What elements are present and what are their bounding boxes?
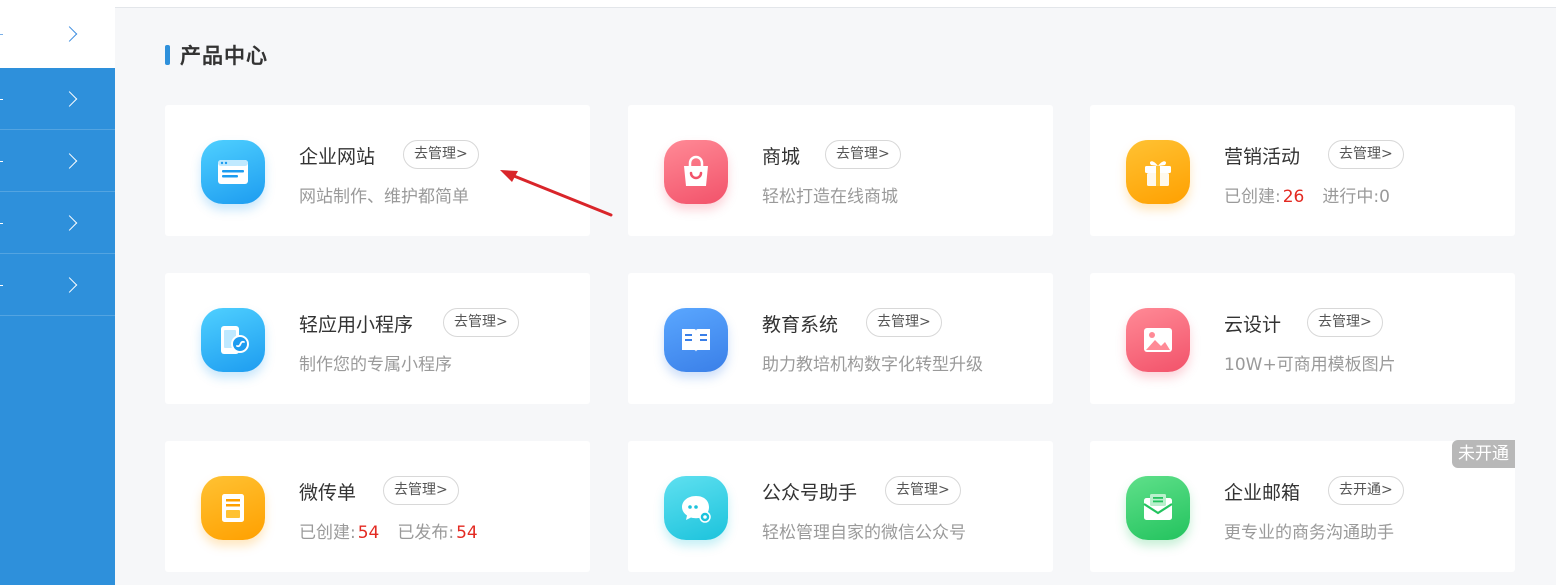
sidebar bbox=[0, 0, 115, 585]
annotation-arrow-icon bbox=[500, 170, 613, 217]
sidebar-item-3[interactable] bbox=[0, 130, 115, 192]
activate-button[interactable]: 去开通> bbox=[1328, 476, 1404, 505]
manage-button[interactable]: 去管理> bbox=[825, 140, 901, 169]
chevron-right-icon bbox=[61, 214, 78, 231]
product-description: 网站制作、维护都简单 bbox=[299, 187, 469, 207]
sidebar-item-1[interactable] bbox=[0, 0, 115, 68]
product-card-email[interactable]: 未开通 企业邮箱 去开通> 更专业的商务沟通助手 bbox=[1090, 440, 1515, 572]
sidebar-item-5[interactable] bbox=[0, 254, 115, 316]
manage-button[interactable]: 去管理> bbox=[885, 476, 961, 505]
product-name: 轻应用小程序 bbox=[299, 314, 414, 336]
book-icon bbox=[664, 308, 728, 372]
published-label: 已发布: bbox=[397, 523, 455, 543]
product-name: 企业网站 bbox=[299, 146, 376, 168]
chevron-right-icon bbox=[61, 25, 78, 42]
product-name: 商城 bbox=[762, 146, 801, 168]
product-card-official-account[interactable]: 公众号助手 去管理> 轻松管理自家的微信公众号 bbox=[628, 441, 1053, 572]
wechat-chat-icon bbox=[664, 476, 728, 540]
section-title: 产品中心 bbox=[180, 44, 268, 68]
section-accent-bar bbox=[165, 45, 170, 65]
active-label: 进行中: bbox=[1322, 187, 1380, 207]
chevron-right-icon bbox=[61, 276, 78, 293]
manage-button[interactable]: 去管理> bbox=[443, 308, 519, 337]
manage-button[interactable]: 去管理> bbox=[383, 476, 459, 505]
chevron-right-icon bbox=[61, 152, 78, 169]
image-icon bbox=[1126, 308, 1190, 372]
published-count: 54 bbox=[456, 523, 478, 543]
product-description: 10W+可商用模板图片 bbox=[1224, 355, 1396, 375]
manage-button[interactable]: 去管理> bbox=[1307, 308, 1383, 337]
product-card-education[interactable]: 教育系统 去管理> 助力教培机构数字化转型升级 bbox=[628, 273, 1053, 404]
product-name: 微传单 bbox=[299, 482, 357, 504]
product-name: 云设计 bbox=[1224, 314, 1282, 336]
product-stats: 已创建: 26 进行中:0 bbox=[1224, 182, 1390, 207]
product-card-cloud-design[interactable]: 云设计 去管理> 10W+可商用模板图片 bbox=[1090, 273, 1515, 404]
not-activated-badge: 未开通 bbox=[1452, 440, 1515, 468]
manage-button[interactable]: 去管理> bbox=[403, 140, 479, 169]
product-description: 助力教培机构数字化转型升级 bbox=[762, 355, 983, 375]
product-description: 更专业的商务沟通助手 bbox=[1224, 523, 1394, 543]
sidebar-item-2[interactable] bbox=[0, 68, 115, 130]
sidebar-item-mark bbox=[0, 98, 3, 100]
created-count: 26 bbox=[1282, 187, 1305, 207]
shopping-bag-icon bbox=[664, 140, 728, 204]
product-description: 轻松打造在线商城 bbox=[762, 187, 898, 207]
product-name: 教育系统 bbox=[762, 314, 839, 336]
manage-button[interactable]: 去管理> bbox=[866, 308, 942, 337]
sidebar-item-mark bbox=[0, 284, 3, 286]
product-card-mall[interactable]: 商城 去管理> 轻松打造在线商城 bbox=[628, 105, 1053, 236]
product-name: 公众号助手 bbox=[762, 482, 858, 504]
product-name: 企业邮箱 bbox=[1224, 482, 1301, 504]
sidebar-item-mark bbox=[0, 160, 3, 162]
created-label: 已创建: bbox=[299, 523, 356, 543]
mini-program-icon bbox=[201, 308, 265, 372]
created-count: 54 bbox=[357, 523, 380, 543]
sidebar-item-mark bbox=[0, 33, 3, 35]
gift-icon bbox=[1126, 140, 1190, 204]
top-bar bbox=[115, 0, 1556, 8]
product-description: 轻松管理自家的微信公众号 bbox=[762, 523, 966, 543]
website-icon bbox=[201, 140, 265, 204]
flyer-icon bbox=[201, 476, 265, 540]
active-count: 0 bbox=[1379, 187, 1390, 207]
sidebar-item-4[interactable] bbox=[0, 192, 115, 254]
created-label: 已创建: bbox=[1224, 187, 1281, 207]
sidebar-item-mark bbox=[0, 222, 3, 224]
mail-icon bbox=[1126, 476, 1190, 540]
product-stats: 已创建: 54 已发布: 54 bbox=[299, 518, 478, 543]
product-card-marketing[interactable]: 营销活动 去管理> 已创建: 26 进行中:0 bbox=[1090, 105, 1515, 236]
product-name: 营销活动 bbox=[1224, 146, 1301, 168]
section-header: 产品中心 bbox=[165, 40, 268, 70]
chevron-right-icon bbox=[61, 90, 78, 107]
product-card-mini-program[interactable]: 轻应用小程序 去管理> 制作您的专属小程序 bbox=[165, 273, 590, 404]
manage-button[interactable]: 去管理> bbox=[1328, 140, 1404, 169]
product-card-flyer[interactable]: 微传单 去管理> 已创建: 54 已发布: 54 bbox=[165, 441, 590, 572]
product-description: 制作您的专属小程序 bbox=[299, 355, 452, 375]
